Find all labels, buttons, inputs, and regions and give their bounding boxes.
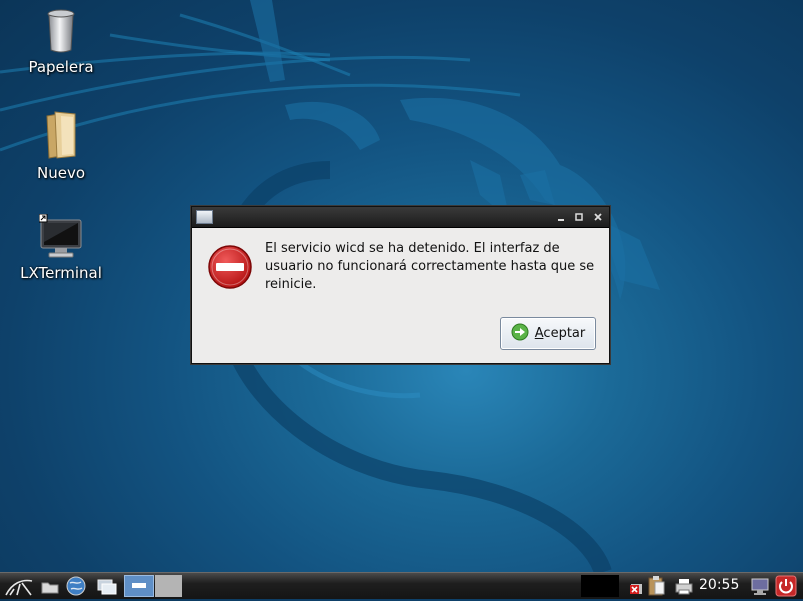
clipboard-icon[interactable] (646, 575, 666, 597)
accept-button-label: Aceptar (535, 326, 585, 341)
trash-icon (46, 8, 76, 54)
web-browser-icon[interactable] (65, 575, 87, 597)
accept-button[interactable]: Aceptar (500, 317, 596, 350)
error-stop-icon (207, 244, 253, 294)
dialog-message: El servicio wicd se ha detenido. El inte… (265, 241, 595, 292)
desktop-icon-nuevo[interactable]: Nuevo (15, 110, 107, 182)
desktop-icon-papelera[interactable]: Papelera (15, 8, 107, 76)
window-icon (196, 210, 213, 224)
terminal-icon (38, 213, 83, 260)
dialog-titlebar[interactable] (192, 207, 609, 228)
maximize-icon[interactable] (572, 210, 586, 224)
desktop-icon-label: Nuevo (36, 164, 85, 182)
accept-label-rest: ceptar (543, 326, 586, 341)
clock[interactable]: 20:55 (699, 577, 739, 593)
minimize-icon[interactable] (554, 210, 568, 224)
close-icon[interactable] (591, 210, 605, 224)
show-desktop-icon[interactable] (95, 575, 119, 597)
lock-screen-icon[interactable] (750, 575, 770, 597)
desktop-icon-label: LXTerminal (20, 264, 102, 282)
kali-menu-icon[interactable] (4, 575, 34, 597)
error-dialog: El servicio wicd se ha detenido. El inte… (191, 206, 610, 364)
network-disconnected-icon[interactable] (628, 575, 646, 597)
taskbar-window-placeholder[interactable] (155, 575, 182, 597)
file-manager-icon[interactable] (40, 575, 60, 597)
desktop-icon-lxterminal[interactable]: LXTerminal (15, 213, 107, 282)
folder-icon (43, 110, 79, 160)
tray-black-area (581, 575, 619, 597)
accept-arrow-icon (511, 323, 529, 345)
desktop-icon-label: Papelera (28, 58, 94, 76)
taskbar-active-window[interactable] (124, 575, 154, 597)
power-off-icon[interactable] (775, 575, 797, 597)
taskbar: 20:55 (0, 572, 803, 599)
printer-icon[interactable] (674, 575, 694, 597)
